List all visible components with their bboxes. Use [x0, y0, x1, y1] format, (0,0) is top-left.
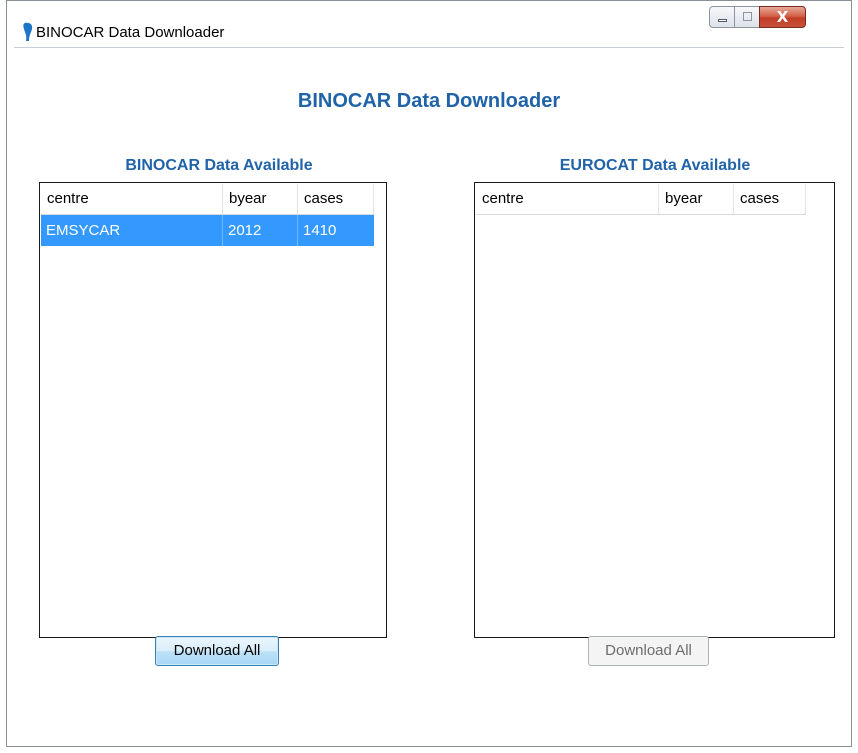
client-area-border: [14, 47, 844, 48]
minimize-button[interactable]: [709, 6, 735, 28]
eurocat-list-header: centre byear cases: [476, 184, 806, 215]
eurocat-download-all-button[interactable]: Download All: [588, 636, 709, 666]
binocar-list-header: centre byear cases: [41, 184, 374, 215]
binocar-download-all-button[interactable]: Download All: [155, 636, 279, 666]
column-header-byear[interactable]: byear: [223, 184, 298, 214]
close-button[interactable]: X: [759, 6, 806, 28]
window-title: BINOCAR Data Downloader: [36, 24, 225, 41]
maximize-button[interactable]: [734, 6, 760, 28]
app-foot-icon: [23, 22, 33, 41]
close-icon: X: [776, 8, 789, 26]
cell-centre: EMSYCAR: [41, 215, 223, 246]
title-bar[interactable]: BINOCAR Data Downloader X: [7, 1, 851, 47]
page-title: BINOCAR Data Downloader: [297, 90, 561, 112]
column-header-centre[interactable]: centre: [476, 184, 659, 214]
binocar-panel-label: BINOCAR Data Available: [125, 157, 313, 174]
eurocat-data-list[interactable]: centre byear cases: [474, 182, 835, 638]
cell-cases: 1410: [303, 222, 337, 239]
cell-byear: 2012: [223, 215, 298, 246]
eurocat-panel-label: EUROCAT Data Available: [559, 157, 751, 174]
column-header-centre[interactable]: centre: [41, 184, 223, 214]
list-item[interactable]: EMSYCAR 2012 1410: [41, 215, 374, 246]
app-window: BINOCAR Data Downloader X BINOCAR Data D…: [6, 0, 852, 747]
column-header-cases[interactable]: cases: [734, 184, 806, 214]
binocar-data-list[interactable]: centre byear cases EMSYCAR 2012 1410: [39, 182, 387, 638]
column-header-byear[interactable]: byear: [659, 184, 734, 214]
column-header-cases[interactable]: cases: [298, 184, 374, 214]
